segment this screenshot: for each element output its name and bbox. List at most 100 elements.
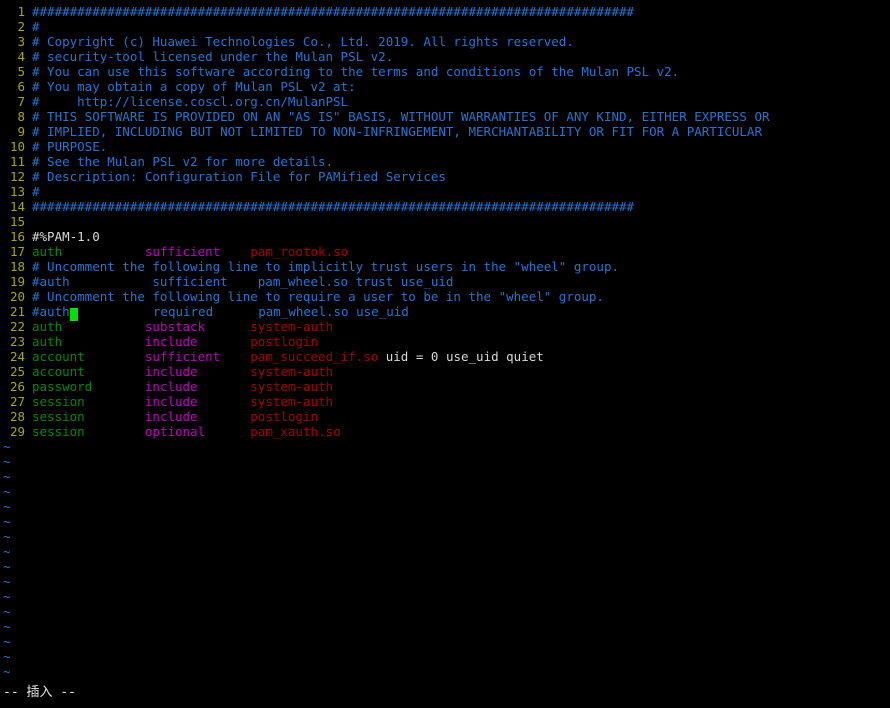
vim-text-buffer[interactable]: 1 #######################################… (0, 4, 890, 679)
code-token: # You can use this software according to… (32, 64, 680, 79)
tilde-icon: ~ (3, 484, 11, 499)
empty-line-marker-row: ~ (0, 574, 890, 589)
tilde-icon: ~ (3, 469, 11, 484)
editor-line[interactable]: 4 # security-tool licensed under the Mula… (0, 49, 890, 64)
code-token: session (32, 394, 85, 409)
line-content: account sufficient pam_succeed_if.so uid… (32, 349, 544, 364)
editor-line[interactable]: 13 # (0, 184, 890, 199)
empty-line-marker-row: ~ (0, 544, 890, 559)
editor-line[interactable]: 28 session include postlogin (0, 409, 890, 424)
line-number: 18 (9, 259, 25, 274)
editor-line[interactable]: 7 # http://license.coscl.org.cn/MulanPSL (0, 94, 890, 109)
editor-line[interactable]: 24 account sufficient pam_succeed_if.so u… (0, 349, 890, 364)
editor-line[interactable]: 17 auth sufficient pam_rootok.so (0, 244, 890, 259)
editor-line[interactable]: 19 #auth sufficient pam_wheel.so trust us… (0, 274, 890, 289)
editor-line[interactable]: 23 auth include postlogin (0, 334, 890, 349)
code-token: auth (32, 319, 63, 334)
empty-line-marker-row: ~ (0, 649, 890, 664)
code-token: system-auth (250, 364, 334, 379)
editor-line[interactable]: 15 (0, 214, 890, 229)
code-token: include (144, 409, 198, 424)
line-content: session include postlogin (32, 409, 318, 424)
editor-line[interactable]: 20 # Uncomment the following line to requ… (0, 289, 890, 304)
editor-line[interactable]: 25 account include system-auth (0, 364, 890, 379)
editor-line[interactable]: 2 # (0, 19, 890, 34)
editor-line[interactable]: 6 # You may obtain a copy of Mulan PSL v2… (0, 79, 890, 94)
line-content: # Uncomment the following line to requir… (32, 289, 604, 304)
editor-line[interactable]: 16 #%PAM-1.0 (0, 229, 890, 244)
line-content: session include system-auth (32, 394, 333, 409)
editor-line[interactable]: 3 # Copyright (c) Huawei Technologies Co.… (0, 34, 890, 49)
tilde-icon: ~ (3, 604, 11, 619)
code-token: include (144, 334, 198, 349)
line-content: # (32, 184, 40, 199)
line-content: #%PAM-1.0 (32, 229, 100, 244)
editor-line[interactable]: 22 auth substack system-auth (0, 319, 890, 334)
line-content: password include system-auth (32, 379, 333, 394)
line-number: 7 (17, 94, 25, 109)
line-content: # You may obtain a copy of Mulan PSL v2 … (32, 79, 356, 94)
editor-line[interactable]: 29 session optional pam_xauth.so (0, 424, 890, 439)
code-token: include (144, 394, 198, 409)
code-token: #auth (32, 304, 70, 319)
code-token: include (144, 379, 198, 394)
editor-line[interactable]: 10 # PURPOSE. (0, 139, 890, 154)
code-token: sufficient (144, 244, 221, 259)
tilde-icon: ~ (3, 559, 11, 574)
editor-line[interactable]: 26 password include system-auth (0, 379, 890, 394)
tilde-icon: ~ (3, 574, 11, 589)
code-token: ########################################… (32, 4, 635, 19)
empty-line-marker-row: ~ (0, 469, 890, 484)
editor-line[interactable]: 9 # IMPLIED, INCLUDING BUT NOT LIMITED TO… (0, 124, 890, 139)
editor-line[interactable]: 14 ######################################… (0, 199, 890, 214)
line-content: # http://license.coscl.org.cn/MulanPSL (32, 94, 348, 109)
empty-line-marker-row: ~ (0, 499, 890, 514)
editor-line[interactable]: 12 # Description: Configuration File for … (0, 169, 890, 184)
editor-line[interactable]: 18 # Uncomment the following line to impl… (0, 259, 890, 274)
line-content: # security-tool licensed under the Mulan… (32, 49, 393, 64)
empty-line-marker-row: ~ (0, 559, 890, 574)
tilde-icon: ~ (3, 544, 11, 559)
editor-line[interactable]: 5 # You can use this software according t… (0, 64, 890, 79)
code-token: #auth sufficient pam_wheel.so trust use_… (32, 274, 454, 289)
line-content: # (32, 19, 40, 34)
code-token: auth (32, 334, 63, 349)
code-token: session (32, 424, 85, 439)
empty-line-marker-row: ~ (0, 454, 890, 469)
code-token: postlogin (250, 409, 319, 424)
tilde-icon: ~ (3, 619, 11, 634)
tilde-icon: ~ (3, 529, 11, 544)
line-number: 27 (9, 394, 25, 409)
code-token: # You may obtain a copy of Mulan PSL v2 … (32, 79, 356, 94)
code-token: ########################################… (32, 199, 635, 214)
line-number: 17 (9, 244, 25, 259)
line-content: # Description: Configuration File for PA… (32, 169, 446, 184)
line-number: 22 (9, 319, 25, 334)
editor-line[interactable]: 1 #######################################… (0, 4, 890, 19)
empty-line-marker-row: ~ (0, 664, 890, 679)
editor-line[interactable]: 8 # THIS SOFTWARE IS PROVIDED ON AN "AS I… (0, 109, 890, 124)
code-token: include (144, 364, 198, 379)
line-number: 29 (9, 424, 25, 439)
line-content: session optional pam_xauth.so (32, 424, 341, 439)
editor-line[interactable]: 21 #auth required pam_wheel.so use_uid (0, 304, 890, 321)
code-token: # PURPOSE. (32, 139, 108, 154)
tilde-icon: ~ (3, 649, 11, 664)
empty-line-marker-row: ~ (0, 529, 890, 544)
line-number: 20 (9, 289, 25, 304)
editor-line[interactable]: 27 session include system-auth (0, 394, 890, 409)
terminal-window[interactable]: 1 #######################################… (0, 0, 890, 708)
editor-line[interactable]: 11 # See the Mulan PSL v2 for more detail… (0, 154, 890, 169)
code-token: #%PAM-1.0 (32, 229, 100, 244)
empty-line-marker-row: ~ (0, 604, 890, 619)
line-number: 11 (9, 154, 25, 169)
line-number: 19 (9, 274, 25, 289)
line-content: # You can use this software according to… (32, 64, 679, 79)
